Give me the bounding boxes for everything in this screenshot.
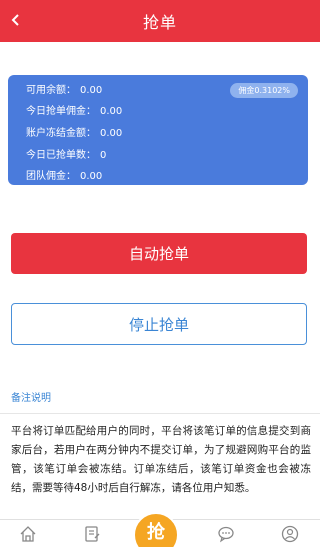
remark-text: 平台将订单匹配给用户的同时，平台将该笔订单的信息提交到商家后台，若用户在两分钟内… [11, 425, 311, 494]
back-button[interactable] [4, 9, 28, 33]
tab-orders[interactable] [81, 525, 103, 547]
stat-label: 团队佣金： [26, 171, 76, 182]
grab-fab-button[interactable]: 抢 [133, 512, 179, 547]
auto-grab-button[interactable]: 自动抢单 [11, 233, 307, 274]
tab-profile[interactable] [279, 525, 301, 547]
stat-label: 账户冻结金额： [26, 128, 96, 139]
divider [0, 413, 320, 414]
chevron-left-icon [9, 12, 23, 31]
remark-title: 备注说明 [11, 393, 51, 404]
profile-icon [281, 525, 299, 547]
stat-value: 0 [100, 150, 107, 161]
stat-value: 0.00 [100, 128, 123, 139]
stat-frozen-amount: 账户冻结金额： 0.00 [26, 124, 122, 139]
chat-icon [217, 525, 235, 547]
stat-team-commission: 团队佣金： 0.00 [26, 167, 102, 182]
tab-messages[interactable] [215, 525, 237, 547]
stat-today-orders: 今日已抢单数： 0 [26, 146, 106, 161]
stats-card: 佣金0.3102% 可用余额： 0.00 今日抢单佣金： 0.00 账户冻结金额： 0… [8, 75, 308, 185]
order-icon [83, 525, 101, 547]
commission-badge: 佣金0.3102% [230, 83, 298, 98]
fab-label: 抢 [147, 522, 165, 543]
stat-label: 今日抢单佣金： [26, 106, 96, 117]
stat-value: 0.00 [100, 106, 123, 117]
stat-label: 今日已抢单数： [26, 150, 96, 161]
stat-label: 可用余额： [26, 85, 76, 96]
stat-value: 0.00 [80, 171, 103, 182]
stat-today-commission: 今日抢单佣金： 0.00 [26, 102, 122, 117]
stop-grab-button[interactable]: 停止抢单 [11, 303, 307, 345]
home-icon [19, 525, 37, 547]
stat-value: 0.00 [80, 85, 103, 96]
stat-available-balance: 可用余额： 0.00 [26, 81, 102, 96]
page-title: 抢单 [142, 13, 177, 32]
top-header: 抢单 [0, 0, 320, 42]
tab-home[interactable] [17, 525, 39, 547]
